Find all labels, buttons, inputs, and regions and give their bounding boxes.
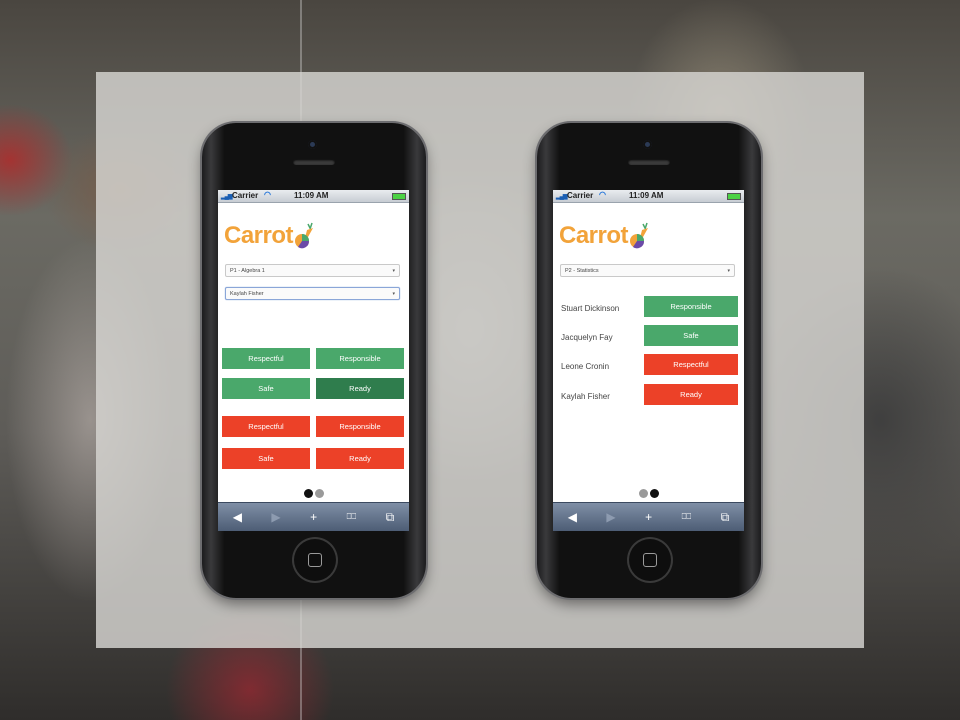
student-name: Kaylah Fisher — [561, 392, 610, 401]
camera-icon — [308, 140, 317, 149]
phone-screen-right: ▂▄▆ Carrier ◠ 11:09 AM Carrot P2 - Stati… — [553, 190, 744, 531]
positive-responsible-button[interactable]: Responsible — [316, 348, 404, 369]
carrot-logo: Carrot — [559, 216, 651, 256]
positive-respectful-button[interactable]: Respectful — [222, 348, 310, 369]
class-select[interactable]: P1 - Algebra 1 ▾ — [225, 264, 400, 277]
battery-icon — [392, 193, 406, 200]
behavior-badge[interactable]: Responsible — [644, 296, 738, 317]
forward-icon[interactable]: ▶ — [606, 510, 615, 524]
bookmarks-icon[interactable]: ⎕⎕ — [347, 512, 357, 522]
wifi-icon: ◠ — [264, 190, 271, 199]
page-dot-2[interactable] — [314, 489, 324, 498]
tabs-icon[interactable]: ⧉ — [721, 510, 730, 525]
student-name: Stuart Dickinson — [561, 304, 620, 313]
page-indicator[interactable] — [553, 485, 744, 503]
browser-toolbar: ◀ ▶ + ⎕⎕ ⧉ — [218, 502, 409, 531]
positive-safe-button[interactable]: Safe — [222, 378, 310, 399]
student-name: Leone Cronin — [561, 362, 610, 371]
logo-text: Carrot — [224, 222, 294, 249]
chevron-down-icon: ▾ — [392, 268, 395, 274]
signal-icon: ▂▄▆ — [556, 194, 568, 200]
class-select-value: P1 - Algebra 1 — [230, 268, 265, 274]
carrier-label: Carrier — [567, 191, 594, 200]
positive-ready-button[interactable]: Ready — [316, 378, 404, 399]
battery-icon — [727, 193, 741, 200]
add-icon[interactable]: + — [645, 510, 652, 524]
behavior-badge[interactable]: Respectful — [644, 354, 738, 375]
negative-ready-button[interactable]: Ready — [316, 448, 404, 469]
page-dot-1[interactable] — [638, 489, 648, 498]
carrot-pie-icon — [630, 222, 649, 249]
chevron-down-icon: ▾ — [392, 291, 395, 297]
back-icon[interactable]: ◀ — [568, 510, 577, 524]
negative-safe-button[interactable]: Safe — [222, 448, 310, 469]
forward-icon[interactable]: ▶ — [271, 510, 280, 524]
home-button[interactable] — [292, 537, 338, 583]
behavior-badge[interactable]: Safe — [644, 325, 738, 346]
negative-respectful-button[interactable]: Respectful — [222, 416, 310, 437]
student-name: Jacquelyn Fay — [561, 333, 613, 342]
chevron-down-icon: ▾ — [727, 268, 730, 274]
negative-responsible-button[interactable]: Responsible — [316, 416, 404, 437]
phone-right: ▂▄▆ Carrier ◠ 11:09 AM Carrot P2 - Stati… — [537, 123, 761, 598]
status-bar: ▂▄▆ Carrier ◠ 11:09 AM — [218, 190, 409, 203]
student-select-value: Kaylah Fisher — [230, 291, 264, 297]
logo-text: Carrot — [559, 222, 629, 249]
class-select[interactable]: P2 - Statistics ▾ — [560, 264, 735, 277]
carrot-pie-icon — [295, 222, 314, 249]
home-button[interactable] — [627, 537, 673, 583]
phone-screen-left: ▂▄▆ Carrier ◠ 11:09 AM Carrot P1 - Algeb… — [218, 190, 409, 531]
signal-icon: ▂▄▆ — [221, 194, 233, 200]
carrot-logo: Carrot — [224, 216, 316, 256]
bookmarks-icon[interactable]: ⎕⎕ — [682, 512, 692, 522]
browser-toolbar: ◀ ▶ + ⎕⎕ ⧉ — [553, 502, 744, 531]
tabs-icon[interactable]: ⧉ — [386, 510, 395, 525]
back-icon[interactable]: ◀ — [233, 510, 242, 524]
speaker-grille — [628, 159, 670, 165]
clock-time: 11:09 AM — [294, 191, 329, 200]
page-indicator[interactable] — [218, 485, 409, 503]
camera-icon — [643, 140, 652, 149]
behavior-badge[interactable]: Ready — [644, 384, 738, 405]
page-dot-1[interactable] — [303, 489, 313, 498]
class-select-value: P2 - Statistics — [565, 268, 599, 274]
clock-time: 11:09 AM — [629, 191, 664, 200]
carrier-label: Carrier — [232, 191, 259, 200]
add-icon[interactable]: + — [310, 510, 317, 524]
phone-left: ▂▄▆ Carrier ◠ 11:09 AM Carrot P1 - Algeb… — [202, 123, 426, 598]
page-dot-2[interactable] — [649, 489, 659, 498]
student-select[interactable]: Kaylah Fisher ▾ — [225, 287, 400, 300]
speaker-grille — [293, 159, 335, 165]
status-bar: ▂▄▆ Carrier ◠ 11:09 AM — [553, 190, 744, 203]
wifi-icon: ◠ — [599, 190, 606, 199]
